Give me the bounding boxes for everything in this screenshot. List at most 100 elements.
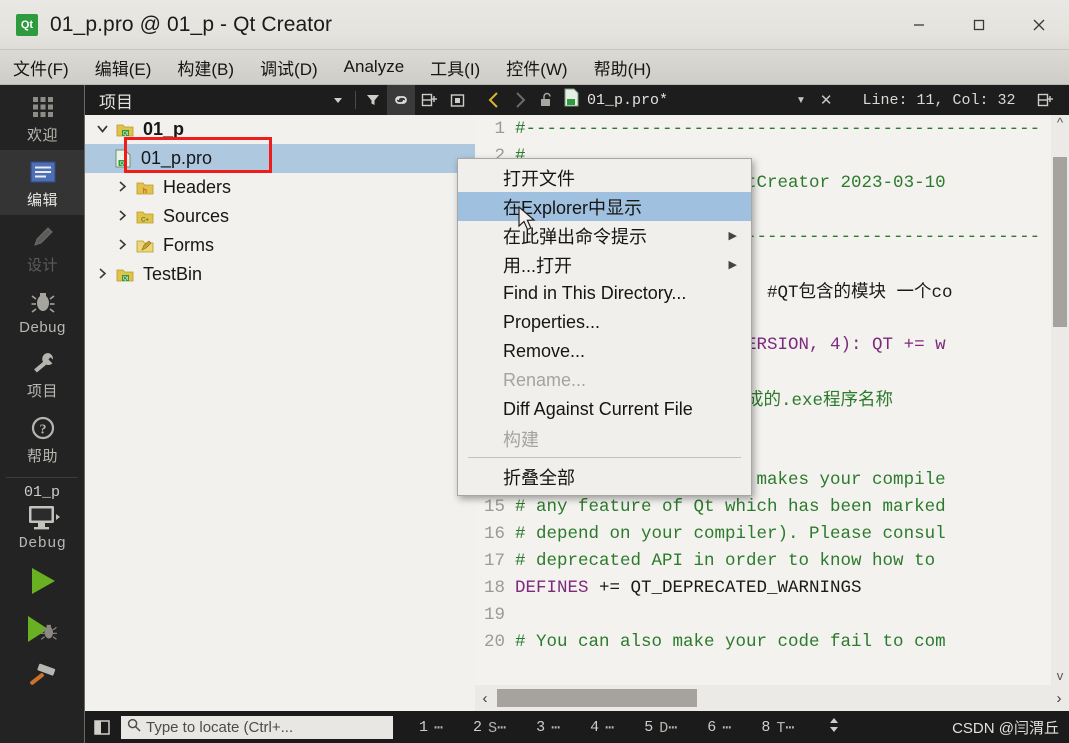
tab-number: 4 [590,718,600,736]
output-tab-2[interactable]: 2 S⋯ [473,718,506,737]
submenu-arrow-icon: ▶ [728,230,737,242]
mode-projects[interactable]: 项目 [0,341,85,406]
menu-widgets[interactable]: 控件(W) [493,55,580,80]
mode-edit[interactable]: 编辑 [0,150,85,215]
submenu-arrow-icon: ▶ [728,259,737,271]
context-item-diff-against-current-file[interactable]: Diff Against Current File [458,395,751,424]
menu-file[interactable]: 文件(F) [0,55,82,80]
context-item-show-in-explorer[interactable]: 在Explorer中显示 [458,192,751,221]
tree-item-01_p[interactable]: Qt 01_p [85,115,475,144]
close-button[interactable] [1009,0,1069,50]
panel-toggle-icon[interactable] [85,719,119,735]
filter-icon[interactable] [359,85,387,115]
context-item-remove[interactable]: Remove... [458,337,751,366]
link-icon[interactable] [387,85,415,115]
mode-help[interactable]: ? 帮助 [0,406,85,471]
context-item-collapse-all[interactable]: 折叠全部 [458,462,751,491]
chevron-right-icon[interactable] [111,238,133,254]
build-button[interactable] [0,653,84,701]
context-item-label: 构建 [503,429,539,450]
context-menu-separator [468,457,741,458]
context-item-build: 构建 [458,424,751,453]
grid-icon [30,92,56,122]
mode-debug-label: Debug [19,319,66,336]
chevron-down-icon[interactable]: ▼ [796,95,806,106]
context-item-open-with[interactable]: 用...打开 ▶ [458,250,751,279]
svg-text:Qt: Qt [123,131,129,137]
line-text: DEFINES += QT_DEPRECATED_WARNINGS [515,577,862,598]
qt-pro-file-icon: Qt [111,149,135,168]
output-tab-3[interactable]: 3 ⋯ [536,718,560,737]
scroll-thumb[interactable] [497,689,697,707]
menu-edit[interactable]: 编辑(E) [82,55,165,80]
start-debugging-button[interactable] [0,605,84,653]
open-file-name: 01_p.pro* [587,91,669,109]
chevron-right-icon[interactable] [91,267,113,283]
menu-build[interactable]: 构建(B) [164,55,247,80]
open-file-chip[interactable]: 01_p.pro* ▼ [563,88,806,112]
svg-text:C+: C+ [141,217,149,223]
output-tab-1[interactable]: 1 ⋯ [419,718,443,737]
output-tab-5[interactable]: 5 D⋯ [644,718,677,737]
scroll-thumb[interactable] [1053,157,1067,327]
mode-debug[interactable]: Debug [0,280,85,341]
menu-help[interactable]: 帮助(H) [581,55,665,80]
editor-horizontal-scrollbar[interactable]: ‹ › [475,685,1069,711]
tree-item-label: 01_p.pro [141,148,213,168]
project-tree[interactable]: Qt 01_p Qt 01_p.pro h Headers C+ Sources… [85,115,475,711]
chevron-down-icon[interactable] [324,85,352,115]
chevron-right-icon[interactable] [111,209,133,225]
tree-item-label: 01_p [143,119,185,139]
svg-text:Qt: Qt [123,276,129,282]
context-item-find-in-this-directory[interactable]: Find in This Directory... [458,279,751,308]
tab-number: 3 [536,718,546,736]
tree-item-forms[interactable]: Forms [85,231,475,260]
tab-number: 2 [473,718,483,736]
output-tab-4[interactable]: 4 ⋯ [590,718,614,737]
tree-item-label: Headers [163,177,232,197]
maximize-button[interactable] [949,0,1009,50]
scroll-up-arrow-icon[interactable]: ^ [1057,115,1063,132]
scroll-down-arrow-icon[interactable]: v [1057,668,1064,685]
scroll-left-arrow-icon[interactable]: ‹ [475,690,495,707]
chevron-down-icon[interactable] [91,122,113,138]
close-icon[interactable]: ✕ [820,91,833,109]
split-add-icon[interactable] [415,85,443,115]
context-item-properties[interactable]: Properties... [458,308,751,337]
tree-item-testbin[interactable]: Qt TestBin [85,260,475,289]
panel-icon[interactable] [443,85,471,115]
code-line: 18 DEFINES += QT_DEPRECATED_WARNINGS [475,574,1069,601]
editor-vertical-scrollbar[interactable]: ^ v [1051,115,1069,685]
menu-analyze[interactable]: Analyze [331,57,417,77]
chevron-right-icon[interactable] [507,85,533,115]
context-item-open-command-prompt[interactable]: 在此弹出命令提示 ▶ [458,221,751,250]
qt-creator-app-icon: Qt [16,13,38,36]
menu-debug[interactable]: 调试(D) [247,55,331,80]
kit-selector[interactable]: Debug [0,501,85,557]
scroll-right-arrow-icon[interactable]: › [1049,690,1069,707]
line-number: 19 [483,604,505,625]
locator-input[interactable]: Type to locate (Ctrl+... [121,715,393,739]
split-add-icon[interactable] [1032,85,1058,115]
menu-tools[interactable]: 工具(I) [417,55,493,80]
output-tab-8[interactable]: 8 T⋯ [761,718,794,737]
line-number: 20 [483,631,505,652]
mode-welcome[interactable]: 欢迎 [0,85,85,150]
output-tab-6[interactable]: 6 ⋯ [707,718,731,737]
chevron-right-icon[interactable] [111,180,133,196]
tree-item-headers[interactable]: h Headers [85,173,475,202]
line-col-indicator[interactable]: Line: 11, Col: 32 [863,92,1016,109]
file-context-menu[interactable]: 打开文件 在Explorer中显示 在此弹出命令提示 ▶ 用...打开 ▶ Fi… [457,158,752,496]
unlocked-icon[interactable] [533,85,559,115]
document-lines-icon [29,157,57,187]
minimize-button[interactable] [889,0,949,50]
context-item-open-file[interactable]: 打开文件 [458,163,751,192]
status-bar: Type to locate (Ctrl+... 1 ⋯ 2 S⋯ 3 ⋯ 4 … [85,711,1069,743]
run-button[interactable] [0,557,84,605]
pencil-icon [30,222,56,252]
editor-toolbar: 01_p.pro* ▼ ✕ Line: 11, Col: 32 [475,85,1069,115]
updown-arrows-icon[interactable] [828,716,840,738]
tree-item-01_p.pro[interactable]: Qt 01_p.pro [85,144,475,173]
tree-item-sources[interactable]: C+ Sources [85,202,475,231]
chevron-left-icon[interactable] [481,85,507,115]
